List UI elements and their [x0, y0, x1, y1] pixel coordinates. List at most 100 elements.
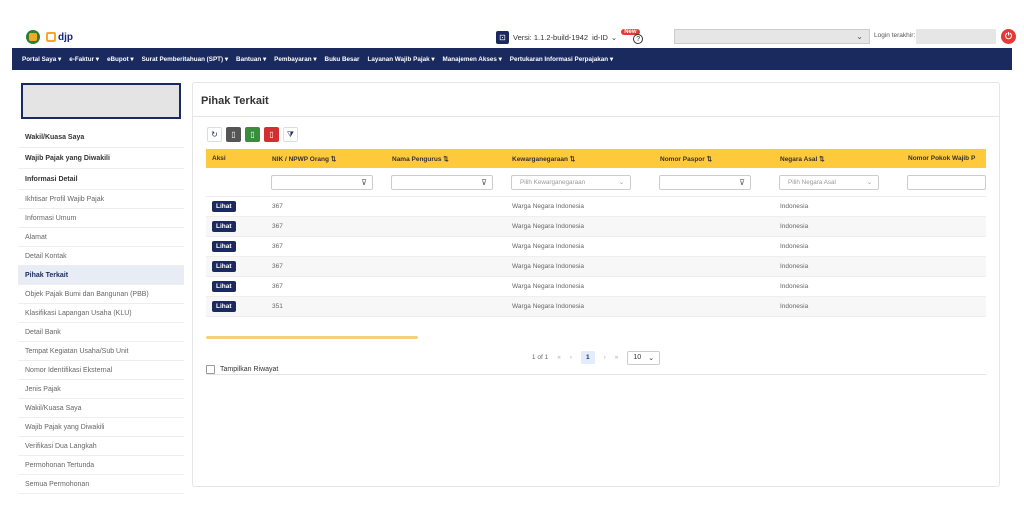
- filter-icon: ⊽: [481, 177, 487, 187]
- sidebar-item-wakil-kuasa[interactable]: Wakil/Kuasa Saya: [18, 127, 184, 148]
- cell-kewarganegaraan: Warga Negara Indonesia: [512, 263, 585, 270]
- cell-npwp: [902, 277, 986, 296]
- column-kewarganegaraan[interactable]: Kewarganegaraan ⇅: [506, 149, 654, 168]
- pagination: 1 of 1 « ‹ 1 › » 10 ⌄: [206, 341, 986, 375]
- page-button-current[interactable]: 1: [580, 351, 595, 364]
- file-icon[interactable]: ▯: [226, 127, 241, 142]
- pihak-terkait-table: Aksi NIK / NPWP Orang ⇅ Nama Pengurus ⇅ …: [206, 149, 986, 336]
- excel-icon[interactable]: ▯: [245, 127, 260, 142]
- sidebar-item-detail-kontak[interactable]: Detail Kontak: [18, 247, 184, 266]
- version-label: Versi: 1.1.2-build-1942: [513, 32, 589, 42]
- lihat-button[interactable]: Lihat: [212, 281, 236, 292]
- history-checkbox[interactable]: [206, 365, 215, 374]
- cell-paspor: [654, 217, 774, 236]
- last-login-label: Login terakhir:: [874, 32, 916, 39]
- chevron-down-icon: ⌄: [618, 178, 624, 186]
- sidebar-item-pihak-terkait[interactable]: Pihak Terkait: [18, 266, 184, 285]
- first-page-icon[interactable]: «: [557, 354, 561, 361]
- show-history[interactable]: Tampilkan Riwayat: [206, 365, 278, 374]
- sidebar-item-permohonan-tertunda[interactable]: Permohonan Tertunda: [18, 456, 184, 475]
- npwp-filter-input[interactable]: [907, 174, 986, 190]
- cell-paspor: [654, 297, 774, 316]
- lihat-button[interactable]: Lihat: [212, 241, 236, 252]
- filter-row: ⊽ ⊽ Pilih Kewarganegaraan ⌄ ⊽ Pilih Nega…: [206, 168, 986, 197]
- nav-bantuan[interactable]: Bantuan ▾: [236, 56, 266, 63]
- sidebar-item-wp-diwakili-2[interactable]: Wajib Pajak yang Diwakili: [18, 418, 184, 437]
- nav-portal-saya[interactable]: Portal Saya ▾: [22, 56, 61, 63]
- nav-spt[interactable]: Surat Pemberitahuan (SPT) ▾: [142, 56, 228, 63]
- profile-card: [21, 83, 181, 119]
- sidebar-item-wakil-kuasa-2[interactable]: Wakil/Kuasa Saya: [18, 399, 184, 418]
- nav-pembayaran[interactable]: Pembayaran ▾: [274, 56, 316, 63]
- lihat-button[interactable]: Lihat: [212, 201, 236, 212]
- logo-text: djp: [58, 31, 73, 43]
- sidebar-item-ikhtisar[interactable]: Ikhtisar Profil Wajib Pajak: [18, 190, 184, 209]
- sidebar-item-detail-bank[interactable]: Detail Bank: [18, 323, 184, 342]
- chevron-down-icon: ⌄: [866, 178, 872, 186]
- question-icon[interactable]: ?: [633, 34, 644, 44]
- nav-buku-besar[interactable]: Buku Besar: [325, 56, 360, 63]
- taxpayer-select[interactable]: ⌄: [674, 29, 870, 44]
- filter-clear-icon[interactable]: ⧩: [283, 127, 298, 142]
- page-size-value: 10: [633, 353, 642, 361]
- nav-layanan-wajib-pajak[interactable]: Layanan Wajib Pajak ▾: [368, 56, 435, 63]
- last-page-icon[interactable]: »: [615, 354, 619, 361]
- table-row: Lihat 367 Warga Negara Indonesia Indones…: [206, 257, 986, 277]
- cell-paspor: [654, 237, 774, 256]
- negara-filter-select[interactable]: Pilih Negara Asal ⌄: [779, 174, 879, 190]
- next-page-icon[interactable]: ›: [604, 354, 606, 361]
- filter-icon: ⊽: [739, 177, 745, 187]
- page-size-select[interactable]: 10 ⌄: [627, 350, 661, 365]
- lihat-button[interactable]: Lihat: [212, 221, 236, 232]
- cell-npwp: [902, 197, 986, 216]
- sidebar-item-alamat[interactable]: Alamat: [18, 228, 184, 247]
- sidebar-item-jenis-pajak[interactable]: Jenis Pajak: [18, 380, 184, 399]
- whats-new-button[interactable]: New ?: [621, 29, 647, 45]
- cell-negara: Indonesia: [780, 243, 809, 250]
- sidebar-item-nomor-eksternal[interactable]: Nomor Identifikasi Eksternal: [18, 361, 184, 380]
- column-nik[interactable]: NIK / NPWP Orang ⇅: [266, 149, 386, 168]
- logo[interactable]: djp: [26, 30, 73, 44]
- nav-pertukaran-informasi[interactable]: Pertukaran Informasi Perpajakan ▾: [510, 56, 613, 63]
- sidebar-item-informasi-detail[interactable]: Informasi Detail: [18, 169, 184, 190]
- cell-negara: Indonesia: [780, 263, 809, 270]
- cell-kewarganegaraan: Warga Negara Indonesia: [512, 303, 585, 310]
- cell-nama: [386, 257, 506, 276]
- sidebar-item-informasi-umum[interactable]: Informasi Umum: [18, 209, 184, 228]
- version-icon: ⊡: [496, 30, 509, 44]
- kewarganegaraan-filter-select[interactable]: Pilih Kewarganegaraan ⌄: [511, 174, 631, 190]
- sidebar-item-pbb[interactable]: Objek Pajak Bumi dan Bangunan (PBB): [18, 285, 184, 304]
- top-bar: djp ⊡ Versi: 1.1.2-build-1942 id-ID ⌄ Ne…: [12, 26, 1016, 48]
- lihat-button[interactable]: Lihat: [212, 301, 236, 312]
- column-nama-pengurus[interactable]: Nama Pengurus ⇅: [386, 149, 506, 168]
- nav-e-faktur[interactable]: e-Faktur ▾: [69, 56, 99, 63]
- main-navigation: Portal Saya ▾ e-Faktur ▾ eBupot ▾ Surat …: [12, 48, 1012, 70]
- table-row: Lihat 351 Warga Negara Indonesia Indones…: [206, 297, 986, 317]
- sidebar: Wakil/Kuasa Saya Wajib Pajak yang Diwaki…: [18, 80, 184, 494]
- horizontal-scrollbar[interactable]: [206, 336, 418, 339]
- sidebar-item-tempat-usaha[interactable]: Tempat Kegiatan Usaha/Sub Unit: [18, 342, 184, 361]
- language-select[interactable]: id-ID ⌄: [592, 33, 617, 42]
- nav-ebupot[interactable]: eBupot ▾: [107, 56, 134, 63]
- cell-kewarganegaraan: Warga Negara Indonesia: [512, 223, 585, 230]
- refresh-icon[interactable]: ↻: [207, 127, 222, 142]
- negara-placeholder: Pilih Negara Asal: [788, 178, 836, 186]
- nik-filter-input[interactable]: ⊽: [271, 174, 373, 190]
- paspor-filter-input[interactable]: ⊽: [659, 174, 751, 190]
- logout-icon[interactable]: ⏻: [1001, 29, 1016, 44]
- sidebar-item-semua-permohonan[interactable]: Semua Permohonan: [18, 475, 184, 494]
- prev-page-icon[interactable]: ‹: [570, 354, 572, 361]
- column-npwp[interactable]: Nomor Pokok Wajib P: [902, 149, 986, 168]
- pdf-icon[interactable]: ▯: [264, 127, 279, 142]
- cell-negara: Indonesia: [780, 203, 809, 210]
- column-nomor-paspor[interactable]: Nomor Paspor ⇅: [654, 149, 774, 168]
- sidebar-item-klu[interactable]: Klasifikasi Lapangan Usaha (KLU): [18, 304, 184, 323]
- sidebar-item-verifikasi[interactable]: Verifikasi Dua Langkah: [18, 437, 184, 456]
- cell-npwp: [902, 257, 986, 276]
- nav-manajemen-akses[interactable]: Manajemen Akses ▾: [443, 56, 502, 63]
- sidebar-item-wp-diwakili[interactable]: Wajib Pajak yang Diwakili: [18, 148, 184, 169]
- nama-filter-input[interactable]: ⊽: [391, 174, 493, 190]
- column-negara-asal[interactable]: Negara Asal ⇅: [774, 149, 902, 168]
- lihat-button[interactable]: Lihat: [212, 261, 236, 272]
- cell-negara: Indonesia: [780, 283, 809, 290]
